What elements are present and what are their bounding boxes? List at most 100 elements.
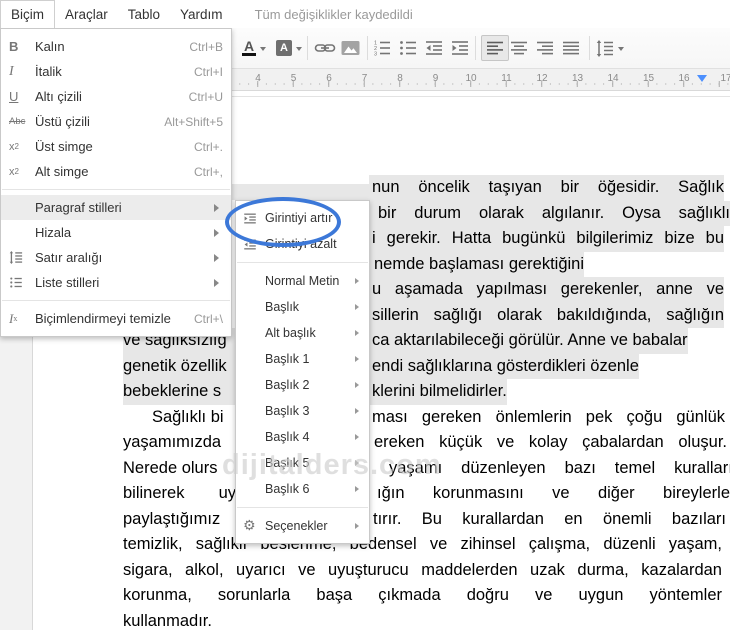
submenu-arrow-icon — [355, 330, 362, 336]
doc-text[interactable]: u aşamada yapılması gerekenler, anne ve — [369, 277, 724, 303]
doc-text[interactable]: temizlik, sağlıklı beslenme, bedensel ve… — [123, 532, 722, 558]
menu-item-label: Biçimlendirmeyi temizle — [35, 311, 171, 326]
doc-text[interactable]: Nerede olurs — [123, 456, 217, 482]
menu-item-label: Hizala — [35, 225, 72, 240]
strikethrough-icon: Abc — [9, 116, 26, 127]
submenu-item-label: Başlık — [265, 300, 300, 314]
menu-tablo[interactable]: Tablo — [118, 0, 170, 28]
menu-label: Biçim — [11, 7, 44, 22]
doc-text[interactable]: nun öncelik taşıyan bir öğesidir. Sağlık — [369, 175, 724, 201]
save-status: Tüm değişiklikler kaydedildi — [254, 6, 413, 22]
doc-text[interactable]: paylaştığımız — [123, 507, 220, 533]
doc-text[interactable]: Sağlıklı bi — [152, 405, 236, 431]
submenu-arrow-icon — [214, 203, 223, 212]
underline-icon: U — [9, 89, 19, 104]
menu-item-paragraf-stilleri[interactable]: Paragraf stilleri — [1, 195, 231, 220]
subscript-icon: x2 — [9, 165, 19, 178]
menu-item-shortcut: Alt+Shift+5 — [164, 114, 223, 129]
menu-separator — [2, 189, 230, 190]
menu-item-shortcut: Ctrl+, — [193, 164, 223, 179]
doc-text[interactable]: ereken küçük ve kolay çabalardan oluşur. — [369, 430, 727, 456]
menu-item-shortcut: Ctrl+B — [189, 39, 223, 54]
menu-item-ustu-cizili[interactable]: Abc Üstü çizili Alt+Shift+5 — [1, 109, 231, 134]
menu-item-kalin[interactable]: B Kalın Ctrl+B — [1, 34, 231, 59]
menu-item-italik[interactable]: I İtalik Ctrl+I — [1, 59, 231, 84]
doc-text[interactable]: bebeklerine s — [123, 379, 236, 405]
menu-yardim[interactable]: Yardım — [170, 0, 233, 28]
menu-label: Yardım — [180, 6, 223, 22]
menubar: Biçim Araçlar Tablo Yardım Tüm değişikli… — [0, 0, 730, 28]
submenu-arrow-icon — [355, 304, 362, 310]
doc-text[interactable]: ığın korunmasını ve diğer bireylerle — [369, 481, 730, 507]
submenu-item-baslik-3[interactable]: Başlık 3 — [236, 398, 369, 424]
submenu-item-secenekler[interactable]: ⚙ Seçenekler — [236, 513, 369, 539]
submenu-item-alt-baslik[interactable]: Alt başlık — [236, 320, 369, 346]
menu-item-label: Satır aralığı — [35, 250, 103, 265]
gear-icon: ⚙ — [243, 518, 256, 534]
doc-text[interactable]: yaşamımızda — [123, 430, 221, 456]
doc-text[interactable]: ca aktarılabileceği görülür. Anne ve bab… — [369, 328, 688, 354]
submenu-item-baslik-6[interactable]: Başlık 6 — [236, 476, 369, 502]
doc-text[interactable]: i gerekir. Hatta bugünkü bilgilerimiz bi… — [369, 226, 724, 252]
menu-item-label: Altı çizili — [35, 89, 82, 104]
submenu-item-label: Başlık 6 — [265, 482, 310, 496]
menu-label: Araçlar — [65, 6, 108, 22]
menu-item-alt-simge[interactable]: x2 Alt simge Ctrl+, — [1, 159, 231, 184]
menu-bicim[interactable]: Biçim — [0, 0, 55, 28]
submenu-item-label: Girintiyi azalt — [265, 237, 337, 251]
submenu-item-girintiyi-azalt[interactable]: Girintiyi azalt — [236, 231, 369, 257]
submenu-item-normal-metin[interactable]: Normal Metin — [236, 268, 369, 294]
doc-line[interactable]: sigara, alkol, uyarıcı ve uyuşturucu mad… — [0, 558, 730, 584]
menu-item-liste-stilleri[interactable]: Liste stilleri — [1, 270, 231, 295]
menu-item-bicimlendirmeyi-temizle[interactable]: Ix Biçimlendirmeyi temizle Ctrl+\ — [1, 306, 231, 331]
menu-item-hizala[interactable]: Hizala — [1, 220, 231, 245]
submenu-item-baslik-4[interactable]: Başlık 4 — [236, 424, 369, 450]
bold-icon: B — [9, 39, 19, 54]
menu-item-ust-simge[interactable]: x2 Üst simge Ctrl+. — [1, 134, 231, 159]
doc-text[interactable]: yaşamı düzenleyen bazı temel kuralların — [369, 456, 730, 482]
menu-item-satir-araligi[interactable]: Satır aralığı — [1, 245, 231, 270]
menu-item-label: Alt simge — [35, 164, 89, 179]
menu-item-label: Liste stilleri — [35, 275, 100, 290]
menu-item-label: Paragraf stilleri — [35, 200, 122, 215]
submenu-item-baslik-5[interactable]: Başlık 5 — [236, 450, 369, 476]
submenu-item-label: Başlık 3 — [265, 404, 310, 418]
menu-item-label: İtalik — [35, 64, 62, 79]
menu-araclar[interactable]: Araçlar — [55, 0, 118, 28]
doc-text[interactable]: kullanmadır. — [123, 609, 212, 635]
submenu-item-label: Başlık 4 — [265, 430, 310, 444]
paragraph-styles-submenu: Girintiyi artır Girintiyi azalt Normal M… — [235, 200, 370, 544]
doc-text[interactable]: korunma, sorunlarla başa çıkmada doğru v… — [123, 583, 722, 609]
doc-text[interactable]: klerini bilmelidirler. — [369, 379, 507, 405]
doc-text[interactable]: sillerin sağlığı olarak bakıldığında, sa… — [369, 302, 724, 328]
menu-item-shortcut: Ctrl+U — [188, 89, 223, 104]
doc-line[interactable]: korunma, sorunlarla başa çıkmada doğru v… — [0, 583, 730, 609]
doc-text[interactable]: bir durum olarak algılanır. Oysa sağlıkl… — [369, 200, 730, 226]
doc-line[interactable]: kullanmadır. — [0, 609, 730, 635]
submenu-item-baslik-1[interactable]: Başlık 1 — [236, 346, 369, 372]
submenu-item-label: Başlık 1 — [265, 352, 310, 366]
submenu-item-girintiyi-artir[interactable]: Girintiyi artır — [236, 205, 369, 231]
submenu-arrow-icon — [355, 382, 362, 388]
menu-item-shortcut: Ctrl+I — [193, 64, 223, 79]
format-menu: B Kalın Ctrl+B I İtalik Ctrl+I U Altı çi… — [0, 28, 232, 337]
doc-text[interactable]: bilinerek uy — [123, 481, 236, 507]
menu-item-label: Üstü çizili — [35, 114, 90, 129]
submenu-arrow-icon — [355, 356, 362, 362]
doc-text[interactable]: nemde başlaması gerektiğini — [369, 251, 585, 277]
menu-item-alti-cizili[interactable]: U Altı çizili Ctrl+U — [1, 84, 231, 109]
superscript-icon: x2 — [9, 140, 19, 153]
submenu-item-baslik[interactable]: Başlık — [236, 294, 369, 320]
submenu-item-baslik-2[interactable]: Başlık 2 — [236, 372, 369, 398]
doc-text[interactable]: tırır. Bu kurallardan en önemli bazıları — [369, 507, 726, 533]
increase-indent-icon — [243, 212, 265, 225]
doc-text[interactable]: genetik özellik — [123, 353, 236, 379]
submenu-item-label: Alt başlık — [265, 326, 316, 340]
doc-text[interactable]: ması gereken önlemlerin pek çoğu günlük — [369, 405, 725, 431]
doc-text[interactable]: sigara, alkol, uyarıcı ve uyuşturucu mad… — [123, 558, 722, 584]
submenu-item-label: Başlık 2 — [265, 378, 310, 392]
submenu-arrow-icon — [355, 460, 362, 466]
doc-text[interactable]: endi sağlıklarına gösterdikleri özenle — [369, 353, 639, 379]
italic-icon: I — [9, 63, 14, 79]
menu-item-shortcut: Ctrl+. — [193, 139, 223, 154]
